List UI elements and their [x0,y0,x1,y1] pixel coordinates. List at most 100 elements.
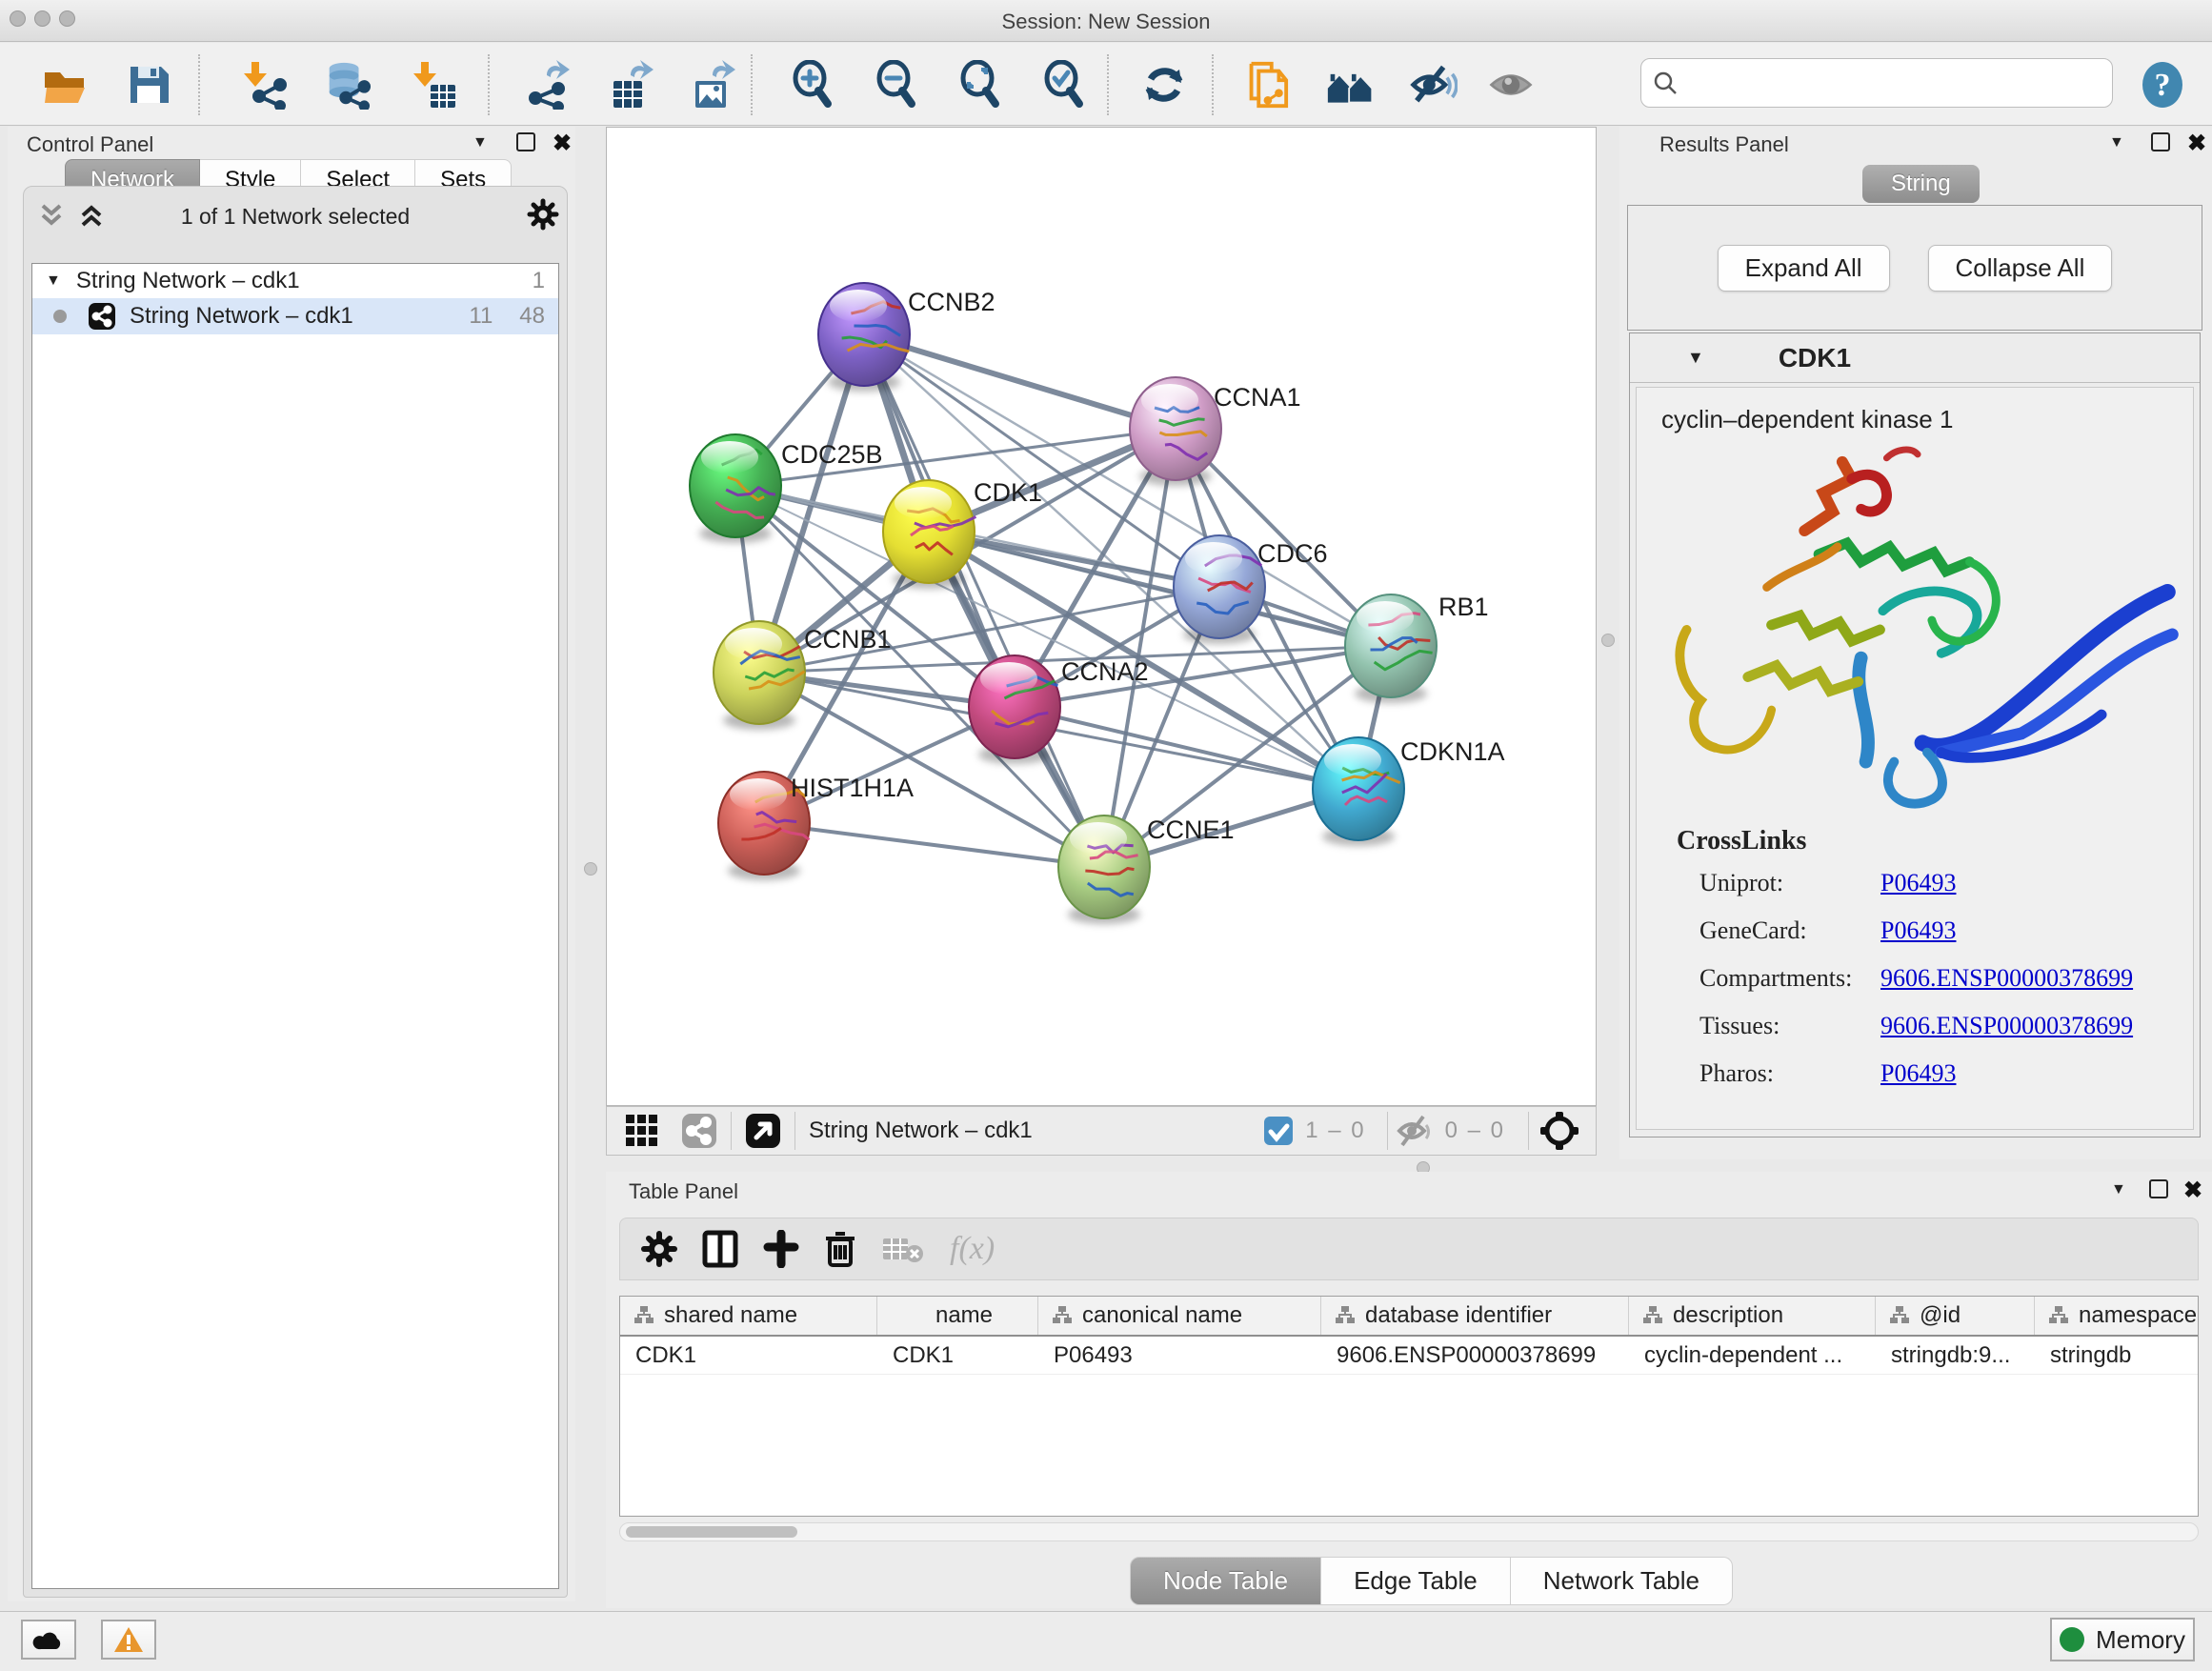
delete-table-icon[interactable] [881,1233,925,1265]
collection-expander-icon[interactable]: ▼ [46,272,61,290]
panel-close-icon[interactable]: ✖ [553,130,572,157]
left-splitter-handle[interactable] [584,862,597,876]
table-options-gear-icon[interactable] [641,1231,677,1267]
right-splitter-handle[interactable] [1601,634,1615,647]
crosslink-label: Tissues: [1699,1012,1880,1040]
save-session-icon[interactable] [124,60,173,110]
network-options-gear-icon[interactable] [527,198,559,231]
crosslinks-title: CrossLinks [1677,826,1806,856]
eye-icon[interactable] [1486,60,1536,110]
panel-float-icon[interactable] [516,132,535,151]
export-image-icon[interactable] [688,60,737,110]
delete-column-icon[interactable] [824,1230,856,1268]
crosslink-label: GeneCard: [1699,916,1880,945]
hidden-eye-icon[interactable] [1396,1114,1436,1148]
crosslink-compartments[interactable]: 9606.ENSP00000378699 [1880,964,2133,993]
show-columns-icon[interactable] [702,1230,738,1268]
selected-checkbox-icon[interactable] [1263,1116,1294,1146]
network-collection-row[interactable]: ▼ String Network – cdk1 1 [32,264,558,298]
table-tabs: Node Table Edge Table Network Table [1130,1557,1733,1605]
node-label: CCNA1 [1214,383,1301,412]
network-edge[interactable] [764,823,1104,867]
network-view-icon[interactable] [681,1113,717,1149]
column-header[interactable]: description [1629,1297,1876,1335]
column-header[interactable]: name [877,1297,1038,1335]
crosslink-uniprot[interactable]: P06493 [1880,869,1956,897]
houses-icon[interactable] [1326,60,1376,110]
main-toolbar: ? [0,43,2212,126]
panel-close-icon[interactable]: ✖ [2187,130,2206,157]
tab-network-table[interactable]: Network Table [1511,1557,1733,1605]
collection-name: String Network – cdk1 [76,268,300,294]
crosshair-icon[interactable] [1538,1110,1580,1152]
title-bar: Session: New Session [0,0,2212,42]
protein-card-header[interactable]: ▼ CDK1 [1630,333,2200,383]
zoom-in-icon[interactable] [789,60,838,110]
panel-float-icon[interactable] [2151,132,2170,151]
refresh-view-icon[interactable] [1139,60,1189,110]
cloud-button[interactable] [21,1620,76,1660]
function-builder-icon[interactable]: f(x) [950,1231,995,1267]
crosslink-tissues[interactable]: 9606.ENSP00000378699 [1880,1012,2133,1040]
panel-float-icon[interactable] [2149,1179,2168,1198]
node-label: CDC6 [1257,539,1328,568]
import-table-file-icon[interactable] [408,60,457,110]
clone-network-icon[interactable] [1240,60,1290,110]
column-header[interactable]: @id [1876,1297,2035,1335]
column-header[interactable]: shared name [620,1297,877,1335]
table-horizontal-scrollbar[interactable] [619,1522,2199,1541]
import-network-database-icon[interactable] [322,60,372,110]
column-type-icon [633,1305,654,1326]
network-edge[interactable] [1015,707,1358,789]
add-column-icon[interactable] [763,1230,799,1268]
toolbar-separator [1212,54,1214,115]
open-session-icon[interactable] [40,60,90,110]
zoom-out-icon[interactable] [873,60,922,110]
protein-name: CDK1 [1779,343,1851,373]
warning-button[interactable] [101,1620,156,1660]
table-row[interactable]: CDK1 CDK1 P06493 9606.ENSP00000378699 cy… [620,1337,2198,1375]
protein-structure-image [1656,441,2189,818]
grid-view-icon[interactable] [624,1113,660,1149]
search-icon [1653,70,1678,95]
search-input[interactable] [1687,70,2101,95]
collapse-triangle-icon[interactable]: ▼ [1687,348,1704,368]
network-name: String Network – cdk1 [130,303,353,330]
network-list-container: 1 of 1 Network selected ▼ String Network… [23,186,568,1598]
column-header[interactable]: canonical name [1038,1297,1321,1335]
hidden-counts: 0 – 0 [1445,1117,1505,1144]
export-network-icon[interactable] [522,60,572,110]
panel-close-icon[interactable]: ✖ [2183,1177,2202,1204]
fit-content-icon[interactable] [956,60,1006,110]
node-label: CDK1 [974,478,1042,507]
zoom-selected-icon[interactable] [1040,60,1090,110]
tab-node-table[interactable]: Node Table [1130,1557,1321,1605]
import-network-file-icon[interactable] [238,60,288,110]
crosslink-genecard[interactable]: P06493 [1880,916,1956,945]
node-label: HIST1H1A [791,774,914,802]
panel-menu-icon[interactable]: ▼ [2109,134,2124,151]
column-header[interactable]: namespace [2035,1297,2198,1335]
column-header[interactable]: database identifier [1321,1297,1629,1335]
memory-button[interactable]: Memory [2050,1618,2195,1661]
scrollbar-thumb[interactable] [626,1526,797,1538]
tab-edge-table[interactable]: Edge Table [1321,1557,1511,1605]
panel-menu-icon[interactable]: ▼ [2111,1181,2126,1198]
expand-all-button[interactable]: Expand All [1718,245,1890,292]
export-table-icon[interactable] [606,60,655,110]
window-title: Session: New Session [0,10,2212,34]
column-type-icon [1052,1305,1073,1326]
crosslink-pharos[interactable]: P06493 [1880,1059,1956,1088]
collapse-all-button[interactable]: Collapse All [1928,245,2113,292]
memory-label: Memory [2096,1625,2185,1655]
network-row-selected[interactable]: String Network – cdk1 11 48 [32,298,558,334]
panel-menu-icon[interactable]: ▼ [473,134,488,151]
table-toolbar: f(x) [619,1218,2199,1280]
hide-graphics-details-icon[interactable] [1408,60,1458,110]
help-icon[interactable]: ? [2138,60,2187,110]
tab-string[interactable]: String [1862,165,1980,203]
network-edge[interactable] [864,334,1176,429]
network-canvas[interactable]: CCNB2CCNA1CDC25BCDK1CDC6RB1CCNB1CCNA2CDK… [606,127,1597,1106]
birdseye-view-icon[interactable] [745,1113,781,1149]
results-buttons-row: Expand All Collapse All [1627,205,2202,331]
